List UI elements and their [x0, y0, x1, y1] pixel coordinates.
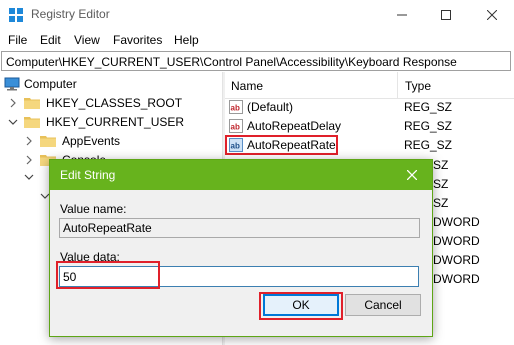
value-data-label: Value data:	[60, 250, 120, 264]
value-name: (Default)	[247, 100, 294, 114]
value-type-fragment: DWORD	[433, 215, 480, 229]
value-type-fragment: DWORD	[433, 272, 480, 286]
column-header-type[interactable]: Type	[405, 79, 431, 93]
list-item-selected[interactable]: ab AutoRepeatRate REG_SZ	[225, 136, 514, 155]
folder-icon	[40, 135, 56, 147]
chevron-down-icon[interactable]	[8, 117, 18, 127]
string-value-icon: ab	[229, 138, 243, 152]
close-button[interactable]	[469, 0, 514, 30]
menu-edit[interactable]: Edit	[40, 33, 61, 47]
dialog-title-bar[interactable]: Edit String	[50, 160, 432, 190]
edit-string-dialog: Edit String Value name: AutoRepeatRate V…	[49, 159, 433, 337]
menu-help[interactable]: Help	[174, 33, 199, 47]
value-name-label: Value name:	[60, 202, 127, 216]
maximize-button[interactable]	[423, 0, 468, 30]
value-type-fragment: SZ	[433, 158, 449, 172]
ok-button[interactable]: OK	[263, 294, 339, 316]
window-title: Registry Editor	[31, 7, 110, 21]
close-icon	[407, 170, 417, 180]
tree-item-label: HKEY_CLASSES_ROOT	[46, 95, 183, 110]
dialog-title: Edit String	[60, 168, 116, 182]
list-item[interactable]: ab (Default) REG_SZ	[225, 98, 514, 117]
chevron-right-icon[interactable]	[24, 155, 34, 165]
string-value-icon: ab	[229, 119, 243, 133]
tree-item-appevents[interactable]: AppEvents	[24, 131, 120, 150]
address-bar[interactable]: Computer\HKEY_CURRENT_USER\Control Panel…	[1, 51, 511, 71]
svg-text:ab: ab	[231, 123, 240, 132]
list-header: Name Type	[225, 72, 514, 99]
value-type: REG_SZ	[404, 138, 453, 152]
column-divider[interactable]	[397, 72, 398, 98]
computer-icon	[4, 77, 20, 90]
value-data-input[interactable]	[59, 266, 419, 287]
minimize-icon	[396, 14, 407, 16]
title-bar: Registry Editor	[0, 0, 514, 30]
tree-item-hkey-classes-root[interactable]: HKEY_CLASSES_ROOT	[8, 93, 182, 112]
folder-icon	[24, 97, 40, 109]
value-type-fragment: SZ	[433, 196, 449, 210]
value-type: REG_SZ	[404, 100, 453, 114]
folder-open-icon	[24, 116, 40, 128]
minimize-button[interactable]	[379, 0, 424, 30]
column-header-name[interactable]: Name	[231, 79, 263, 93]
maximize-icon	[440, 10, 451, 20]
value-type-fragment: SZ	[433, 177, 449, 191]
menu-file[interactable]: File	[8, 33, 27, 47]
menu-bar: File Edit View Favorites Help	[0, 30, 514, 50]
menu-favorites[interactable]: Favorites	[113, 33, 162, 47]
tree-item-label: HKEY_CURRENT_USER	[46, 114, 185, 129]
cancel-button[interactable]: Cancel	[345, 294, 421, 316]
tree-item-label: AppEvents	[62, 133, 121, 148]
tree-item-label: Computer	[24, 76, 77, 91]
value-type-fragment: DWORD	[433, 234, 480, 248]
value-name-field: AutoRepeatRate	[59, 218, 420, 238]
value-type: REG_SZ	[404, 119, 453, 133]
address-path: Computer\HKEY_CURRENT_USER\Control Panel…	[6, 55, 457, 69]
tree-item-hkey-current-user[interactable]: HKEY_CURRENT_USER	[8, 112, 184, 131]
close-icon	[486, 10, 497, 20]
svg-text:ab: ab	[231, 142, 240, 151]
chevron-down-icon[interactable]	[24, 172, 34, 182]
chevron-right-icon[interactable]	[24, 136, 34, 146]
value-type-fragment: DWORD	[433, 253, 480, 267]
registry-editor-icon	[9, 8, 23, 22]
list-item[interactable]: ab AutoRepeatDelay REG_SZ	[225, 117, 514, 136]
string-value-icon: ab	[229, 100, 243, 114]
dialog-close-button[interactable]	[400, 164, 424, 186]
value-name: AutoRepeatDelay	[247, 119, 342, 133]
svg-text:ab: ab	[231, 104, 240, 113]
tree-item-computer[interactable]: Computer	[4, 74, 77, 93]
menu-view[interactable]: View	[74, 33, 100, 47]
chevron-right-icon[interactable]	[8, 98, 18, 108]
value-name: AutoRepeatRate	[247, 138, 336, 152]
